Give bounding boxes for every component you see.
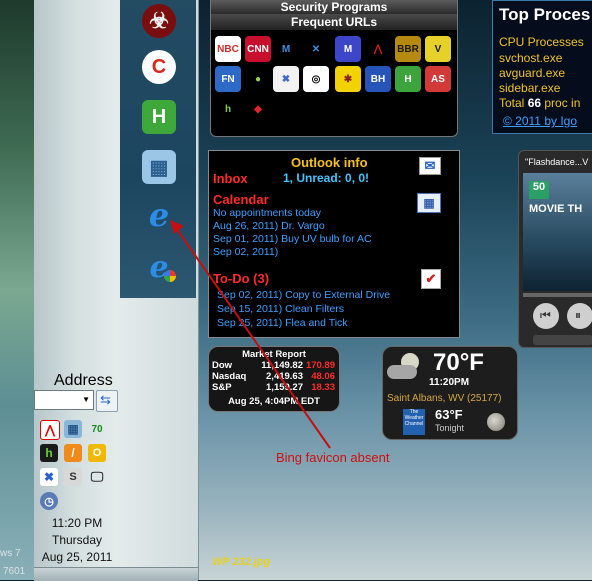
- annotation-arrow: [170, 220, 331, 449]
- annotation-text: Bing favicon absent: [276, 450, 390, 465]
- wallpaper-caption: WP 232.jpg: [212, 556, 271, 568]
